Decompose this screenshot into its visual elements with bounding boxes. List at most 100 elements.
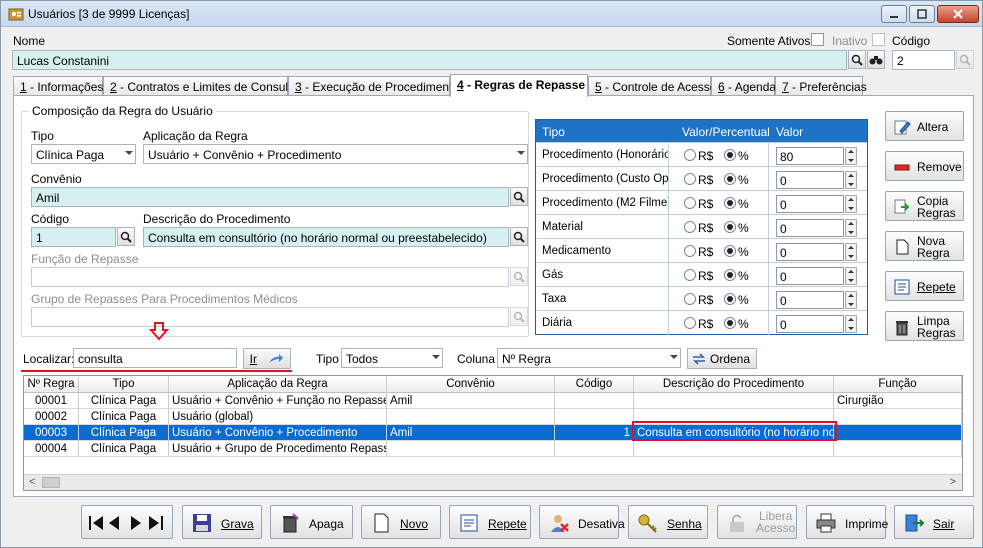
- nome-field[interactable]: Lucas Constanini: [12, 50, 847, 70]
- apaga-button[interactable]: Apaga: [270, 505, 353, 539]
- tab-controle-acesso[interactable]: 5 - Controle de Acesso: [588, 76, 716, 96]
- limpa-regras-button[interactable]: Limpa Regras: [885, 311, 964, 341]
- codigo-field[interactable]: 1: [31, 227, 116, 247]
- grid-column-header[interactable]: Aplicação da Regra: [169, 376, 387, 392]
- cell-divider: [768, 191, 769, 215]
- grupo-label: Grupo de Repasses Para Procedimentos Méd…: [31, 292, 298, 306]
- scroll-thumb[interactable]: [42, 477, 60, 488]
- novo-button[interactable]: Novo: [361, 505, 441, 539]
- ordena-button[interactable]: Ordena: [687, 348, 757, 369]
- radio-rs[interactable]: [684, 317, 696, 329]
- repasse-valor-input[interactable]: 0: [776, 291, 844, 309]
- search-codigo-proc-button[interactable]: [117, 227, 135, 246]
- desativa-button[interactable]: Desativa: [539, 505, 625, 539]
- grid-column-header[interactable]: Descrição do Procedimento: [634, 376, 834, 392]
- minimize-button[interactable]: [881, 5, 907, 23]
- spin-button[interactable]: [845, 291, 857, 309]
- aplicacao-select[interactable]: Usuário + Convênio + Procedimento: [143, 144, 528, 164]
- tab-agenda[interactable]: 6 - Agenda: [711, 76, 776, 96]
- spin-button[interactable]: [845, 315, 857, 333]
- search-codigo-button[interactable]: [956, 50, 974, 69]
- radio-rs[interactable]: [684, 149, 696, 161]
- scroll-right-icon[interactable]: >: [950, 476, 956, 488]
- radio-rs[interactable]: [684, 197, 696, 209]
- radio-percent[interactable]: [724, 173, 736, 185]
- grid-column-header[interactable]: Função: [834, 376, 962, 392]
- funcao-field[interactable]: [31, 267, 509, 287]
- binoculars-button[interactable]: [867, 50, 885, 69]
- repasse-valor-input[interactable]: 0: [776, 315, 844, 333]
- spin-button[interactable]: [845, 171, 857, 189]
- search-funcao-button[interactable]: [510, 267, 528, 286]
- tab-preferencias[interactable]: 7 - Preferências: [775, 76, 867, 96]
- repasse-valor-input[interactable]: 0: [776, 195, 844, 213]
- funcao-label: Função de Repasse: [31, 252, 139, 266]
- search-descricao-button[interactable]: [510, 227, 528, 246]
- grava-button[interactable]: Grava: [182, 505, 262, 539]
- copia-regras-button[interactable]: Copia Regras: [885, 191, 964, 221]
- sair-button[interactable]: Sair: [894, 505, 974, 539]
- somente-ativos-checkbox[interactable]: [811, 33, 824, 46]
- coluna-select[interactable]: Nº Regra: [497, 348, 681, 368]
- codigo-header-field[interactable]: 2: [892, 50, 955, 70]
- tab-contratos[interactable]: 2 - Contratos e Limites de Consultas: [103, 76, 304, 96]
- spin-button[interactable]: [845, 147, 857, 165]
- tipo-filter-select[interactable]: Todos: [341, 348, 443, 368]
- radio-percent[interactable]: [724, 317, 736, 329]
- search-grupo-button[interactable]: [510, 307, 528, 326]
- altera-button[interactable]: Altera: [885, 111, 964, 141]
- repasse-tipo: Procedimento (Honorário): [536, 143, 669, 167]
- repasse-valor-input[interactable]: 0: [776, 243, 844, 261]
- inativo-checkbox[interactable]: [872, 33, 885, 46]
- ir-button[interactable]: Ir: [243, 348, 291, 369]
- spin-button[interactable]: [845, 219, 857, 237]
- tab-execucao[interactable]: 3 - Execução de Procedimentos: [288, 76, 465, 96]
- radio-percent[interactable]: [724, 269, 736, 281]
- descricao-field[interactable]: Consulta em consultório (no horário norm…: [143, 227, 509, 247]
- repete-side-button[interactable]: Repete: [885, 271, 964, 301]
- scroll-left-icon[interactable]: <: [29, 476, 35, 488]
- convenio-field[interactable]: Amil: [31, 187, 509, 207]
- repasse-row: Diária R$% 0: [536, 310, 867, 335]
- table-row[interactable]: 00004 Clínica Paga Usuário + Grupo de Proc…: [24, 441, 962, 457]
- table-row[interactable]: 00001 Clínica Paga Usuário + Convênio + Fu…: [24, 393, 962, 409]
- repasse-valor-input[interactable]: 0: [776, 219, 844, 237]
- nova-regra-button[interactable]: Nova Regra: [885, 231, 964, 261]
- radio-rs[interactable]: [684, 221, 696, 233]
- spin-button[interactable]: [845, 195, 857, 213]
- tipo-select[interactable]: Clínica Paga: [31, 144, 136, 164]
- radio-rs[interactable]: [684, 173, 696, 185]
- repasse-valor-input[interactable]: 80: [776, 147, 844, 165]
- radio-percent[interactable]: [724, 293, 736, 305]
- horizontal-scrollbar[interactable]: < >: [24, 474, 962, 490]
- radio-percent[interactable]: [724, 197, 736, 209]
- navigation-icons[interactable]: [87, 513, 169, 533]
- localizar-input[interactable]: consulta: [73, 348, 237, 368]
- repete-button[interactable]: Repete: [449, 505, 531, 539]
- radio-rs[interactable]: [684, 245, 696, 257]
- grid-column-header[interactable]: Convênio: [387, 376, 555, 392]
- senha-button[interactable]: Senha: [628, 505, 708, 539]
- grupo-field[interactable]: [31, 307, 509, 327]
- repasse-valor-input[interactable]: 0: [776, 171, 844, 189]
- search-convenio-button[interactable]: [510, 187, 528, 206]
- radio-percent[interactable]: [724, 245, 736, 257]
- grid-column-header[interactable]: Código: [555, 376, 634, 392]
- radio-percent[interactable]: [724, 149, 736, 161]
- libera-acesso-button[interactable]: Libera Acesso: [717, 505, 797, 539]
- grid-column-header[interactable]: Nº Regra: [24, 376, 79, 392]
- spin-button[interactable]: [845, 267, 857, 285]
- repasse-valor-input[interactable]: 0: [776, 267, 844, 285]
- spin-button[interactable]: [845, 243, 857, 261]
- close-button[interactable]: [937, 5, 979, 23]
- search-nome-button[interactable]: [848, 50, 866, 69]
- tab-regras-repasse[interactable]: 4 - Regras de Repasse: [450, 74, 588, 97]
- radio-percent[interactable]: [724, 221, 736, 233]
- radio-rs[interactable]: [684, 293, 696, 305]
- remove-button[interactable]: Remove: [885, 151, 964, 181]
- tab-informacoes[interactable]: 1 - Informações: [13, 76, 103, 96]
- maximize-button[interactable]: [909, 5, 935, 23]
- radio-rs[interactable]: [684, 269, 696, 281]
- imprime-button[interactable]: Imprime: [806, 505, 888, 539]
- grid-column-header[interactable]: Tipo: [79, 376, 169, 392]
